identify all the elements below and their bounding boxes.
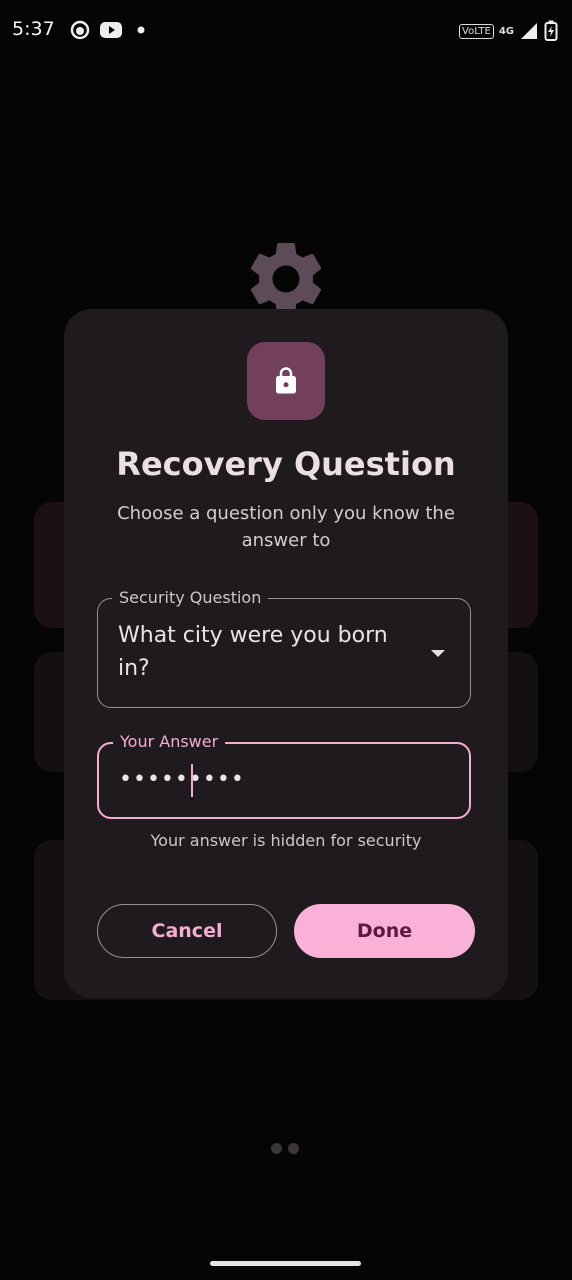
page-indicator xyxy=(271,1143,299,1154)
status-right: VoLTE 4G xyxy=(459,20,558,42)
signal-icon xyxy=(521,23,537,39)
youtube-icon xyxy=(100,22,122,38)
notification-app-icon xyxy=(70,20,90,40)
security-question-value: What city were you born in? xyxy=(118,623,388,681)
page-dot[interactable] xyxy=(271,1143,282,1154)
answer-input[interactable]: Your Answer ••••••••• xyxy=(97,732,471,819)
answer-masked-value: ••••••••• xyxy=(119,767,245,792)
dropdown-arrow-icon[interactable] xyxy=(430,649,446,659)
answer-helper-text: Your answer is hidden for security xyxy=(150,831,422,850)
dialog-subtitle: Choose a question only you know the answ… xyxy=(117,503,455,551)
status-time: 5:37 xyxy=(12,18,55,40)
lock-icon-tile xyxy=(247,342,325,420)
battery-charging-icon xyxy=(544,20,558,41)
answer-label: Your Answer xyxy=(113,732,226,752)
cancel-button[interactable]: Cancel xyxy=(97,904,277,958)
recovery-question-dialog: Recovery Question Choose a question only… xyxy=(64,309,508,998)
security-question-select[interactable]: Security Question What city were you bor… xyxy=(97,588,471,708)
page-dot[interactable] xyxy=(288,1143,299,1154)
dot-icon xyxy=(137,26,145,34)
dialog-title: Recovery Question xyxy=(116,445,456,483)
volte-badge: VoLTE xyxy=(459,23,494,39)
lock-icon xyxy=(276,367,296,394)
status-bar: 5:37 VoLTE 4G xyxy=(0,0,572,62)
text-cursor xyxy=(191,764,193,797)
home-indicator[interactable] xyxy=(210,1261,361,1266)
network-type: 4G xyxy=(498,25,514,37)
done-button[interactable]: Done xyxy=(294,904,475,958)
security-question-label: Security Question xyxy=(112,588,269,608)
